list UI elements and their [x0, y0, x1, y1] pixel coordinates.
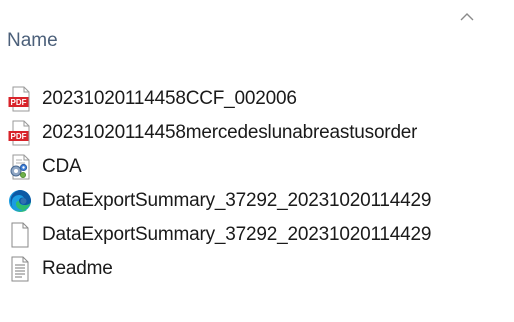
file-row[interactable]: Readme	[0, 252, 514, 286]
text-file-icon	[8, 256, 32, 282]
pdf-file-icon: PDF	[8, 120, 32, 146]
edge-browser-icon	[8, 188, 32, 214]
file-row[interactable]: PDF 20231020114458CCF_002006	[0, 82, 514, 116]
column-header: Name	[0, 0, 514, 70]
file-name: DataExportSummary_37292_20231020114429	[42, 224, 432, 245]
pdf-badge-label: PDF	[11, 98, 27, 107]
config-file-icon	[8, 154, 32, 180]
pdf-badge-label: PDF	[11, 132, 27, 141]
file-name: CDA	[42, 156, 82, 177]
blank-file-icon	[8, 222, 32, 248]
file-row[interactable]: DataExportSummary_37292_20231020114429	[0, 184, 514, 218]
pdf-file-icon: PDF	[8, 86, 32, 112]
file-row[interactable]: CDA	[0, 150, 514, 184]
file-row[interactable]: PDF 20231020114458mercedeslunabreastusor…	[0, 116, 514, 150]
file-list: PDF 20231020114458CCF_002006 PDF 2023102…	[0, 82, 514, 286]
sort-ascending-chevron-icon[interactable]	[458, 10, 476, 22]
file-row[interactable]: DataExportSummary_37292_20231020114429	[0, 218, 514, 252]
file-name: Readme	[42, 258, 113, 279]
file-name: 20231020114458mercedeslunabreastusorder	[42, 122, 418, 143]
file-name: DataExportSummary_37292_20231020114429	[42, 190, 432, 211]
file-name: 20231020114458CCF_002006	[42, 88, 297, 109]
name-column-header[interactable]: Name	[7, 30, 58, 52]
